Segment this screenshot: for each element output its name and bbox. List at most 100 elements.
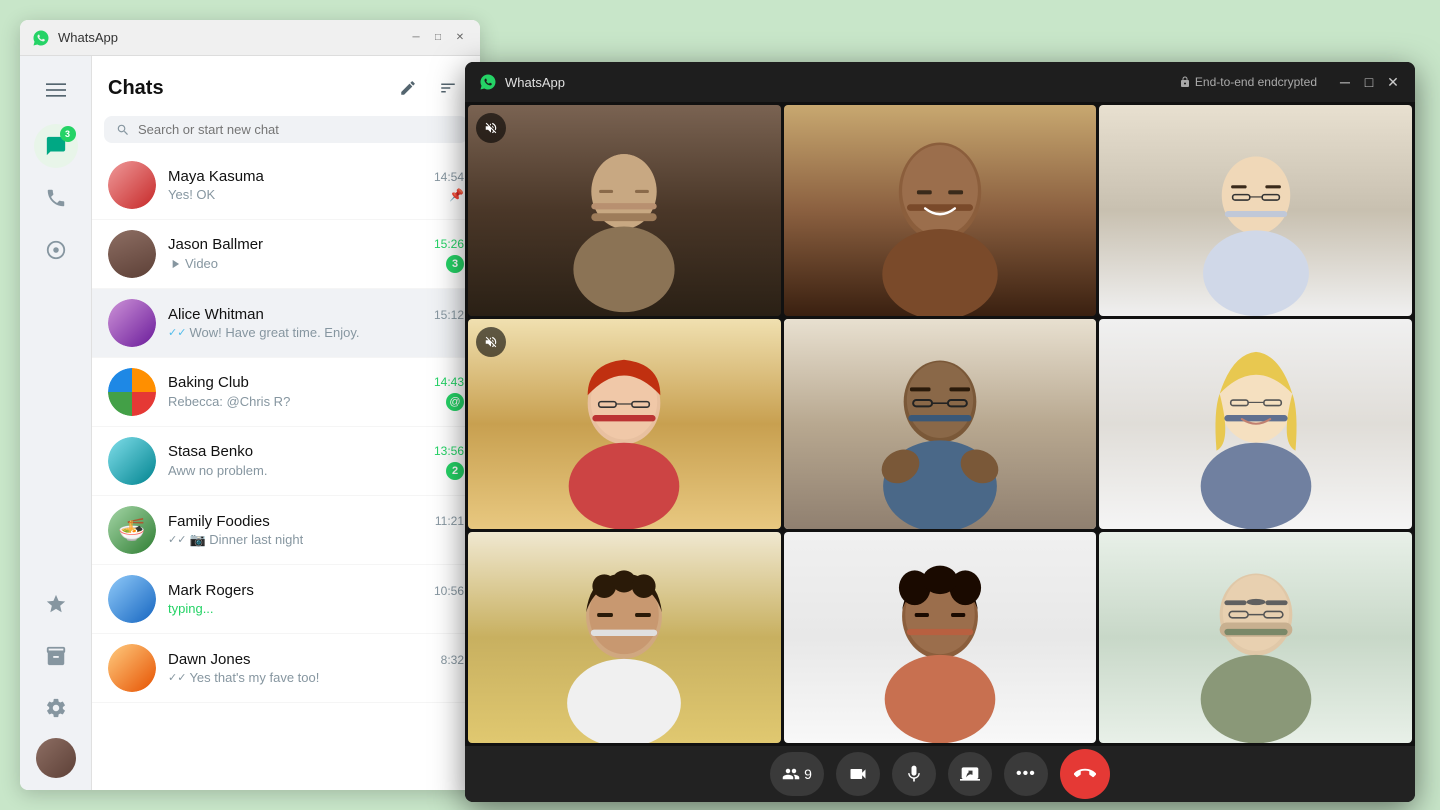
- avatar-dawn: [108, 644, 156, 692]
- chat-time: 14:54: [434, 170, 464, 184]
- chat-item-mark-rogers[interactable]: Mark Rogers 10:56 typing...: [92, 565, 480, 634]
- video-cell-5: [784, 319, 1097, 530]
- chat-name: Maya Kasuma: [168, 168, 264, 185]
- settings-nav-icon[interactable]: [34, 686, 78, 730]
- video-icon: [848, 764, 868, 784]
- archived-nav-icon[interactable]: [34, 634, 78, 678]
- chat-name: Stasa Benko: [168, 443, 253, 460]
- chat-time: 8:32: [441, 653, 464, 667]
- calls-nav-icon[interactable]: [34, 176, 78, 220]
- chat-time: 11:21: [435, 514, 464, 528]
- chat-preview: ✓✓ 📷 Dinner last night: [168, 532, 303, 548]
- microphone-icon: [904, 764, 924, 784]
- chat-item-family-foodies[interactable]: 🍜 Family Foodies 11:21 ✓✓ 📷 Dinner last …: [92, 496, 480, 565]
- call-window-title: WhatsApp: [505, 75, 1171, 90]
- new-chat-button[interactable]: [392, 72, 424, 104]
- chat-info-stasa: Stasa Benko 13:56 Aww no problem. 2: [168, 443, 464, 480]
- chat-name: Mark Rogers: [168, 582, 254, 599]
- app-layout: 3 Chats: [20, 56, 480, 790]
- chat-item-stasa-benko[interactable]: Stasa Benko 13:56 Aww no problem. 2: [92, 427, 480, 496]
- video-cell-6: [1099, 319, 1412, 530]
- search-bar: [104, 116, 468, 143]
- window-controls: ─ □ ✕: [408, 30, 468, 46]
- chat-time: 15:26: [434, 237, 464, 251]
- user-avatar[interactable]: [36, 738, 76, 778]
- chat-time: 10:56: [434, 584, 464, 598]
- mute-toggle-button[interactable]: [892, 752, 936, 796]
- chat-info-maya: Maya Kasuma 14:54 Yes! OK 📌: [168, 168, 464, 202]
- chat-name: Dawn Jones: [168, 651, 251, 668]
- video-cell-7: [468, 532, 781, 743]
- chat-item-dawn-jones[interactable]: Dawn Jones 8:32 ✓✓ Yes that's my fave to…: [92, 634, 480, 703]
- chat-preview: Video: [168, 256, 218, 271]
- call-window-logo: [479, 73, 497, 91]
- call-window-controls: ─ □ ✕: [1337, 74, 1401, 91]
- chat-preview: ✓✓ Wow! Have great time. Enjoy.: [168, 325, 359, 340]
- unread-badge: 2: [446, 462, 464, 480]
- chats-nav-icon[interactable]: 3: [34, 124, 78, 168]
- close-button[interactable]: ✕: [452, 30, 468, 46]
- status-nav-icon[interactable]: [34, 228, 78, 272]
- chats-title: Chats: [108, 77, 384, 100]
- starred-nav-icon[interactable]: [34, 582, 78, 626]
- avatar-baking: [108, 368, 156, 416]
- chat-preview: Yes! OK: [168, 187, 215, 202]
- share-screen-button[interactable]: [948, 752, 992, 796]
- video-cell-3: [1099, 105, 1412, 316]
- main-window: WhatsApp ─ □ ✕ 3: [20, 20, 480, 790]
- chat-name: Family Foodies: [168, 513, 270, 530]
- call-titlebar: WhatsApp End-to-end endcrypted ─ □ ✕: [465, 62, 1415, 102]
- more-options-button[interactable]: •••: [1004, 752, 1048, 796]
- video-toggle-button[interactable]: [836, 752, 880, 796]
- minimize-button[interactable]: ─: [408, 30, 424, 46]
- chat-preview: Rebecca: @Chris R?: [168, 394, 290, 409]
- chat-info-mark: Mark Rogers 10:56 typing...: [168, 582, 464, 616]
- filter-button[interactable]: [432, 72, 464, 104]
- video-cell-9: [1099, 532, 1412, 743]
- chat-info-family: Family Foodies 11:21 ✓✓ 📷 Dinner last ni…: [168, 513, 464, 548]
- avatar-maya-kasuma: [108, 161, 156, 209]
- video-cell-2: [784, 105, 1097, 316]
- chat-time: 15:12: [434, 308, 464, 322]
- chat-item-maya-kasuma[interactable]: Maya Kasuma 14:54 Yes! OK 📌: [92, 151, 480, 220]
- menu-icon[interactable]: [34, 68, 78, 112]
- participants-icon: [782, 765, 800, 783]
- chats-badge: 3: [60, 126, 76, 142]
- participants-count: 9: [804, 766, 812, 782]
- chat-item-baking-club[interactable]: Baking Club 14:43 Rebecca: @Chris R? @: [92, 358, 480, 427]
- chat-preview: ✓✓ Yes that's my fave too!: [168, 670, 319, 685]
- mute-indicator-1: [476, 113, 506, 143]
- call-close-button[interactable]: ✕: [1385, 74, 1401, 91]
- mute-indicator-4: [476, 327, 506, 357]
- call-minimize-button[interactable]: ─: [1337, 74, 1353, 91]
- search-input[interactable]: [138, 122, 456, 137]
- more-dots-icon: •••: [1016, 765, 1036, 783]
- mention-badge: @: [446, 393, 464, 411]
- chat-info-alice: Alice Whitman 15:12 ✓✓ Wow! Have great t…: [168, 306, 464, 340]
- chat-time: 13:56: [434, 444, 464, 458]
- window-title: WhatsApp: [58, 30, 400, 45]
- chat-info-dawn: Dawn Jones 8:32 ✓✓ Yes that's my fave to…: [168, 651, 464, 685]
- sidebar-nav: 3: [20, 56, 92, 790]
- maximize-button[interactable]: □: [430, 30, 446, 46]
- chat-name: Alice Whitman: [168, 306, 264, 323]
- chat-preview: Aww no problem.: [168, 463, 267, 478]
- pin-icon: 📌: [449, 188, 464, 202]
- avatar-alice: [108, 299, 156, 347]
- chat-item-alice-whitman[interactable]: Alice Whitman 15:12 ✓✓ Wow! Have great t…: [92, 289, 480, 358]
- window-titlebar: WhatsApp ─ □ ✕: [20, 20, 480, 56]
- call-maximize-button[interactable]: □: [1361, 74, 1377, 91]
- chat-name: Jason Ballmer: [168, 236, 263, 253]
- search-icon: [116, 123, 130, 137]
- chat-panel: Chats: [92, 56, 480, 790]
- chat-item-jason-ballmer[interactable]: Jason Ballmer 15:26 Video 3: [92, 220, 480, 289]
- video-cell-1: [468, 105, 781, 316]
- chat-info-jason: Jason Ballmer 15:26 Video 3: [168, 236, 464, 273]
- video-cell-4: [468, 319, 781, 530]
- video-grid: [465, 102, 1415, 746]
- avatar-jason: [108, 230, 156, 278]
- avatar-mark: [108, 575, 156, 623]
- participants-button[interactable]: 9: [770, 752, 824, 796]
- share-screen-icon: [960, 764, 980, 784]
- end-call-button[interactable]: [1060, 749, 1110, 799]
